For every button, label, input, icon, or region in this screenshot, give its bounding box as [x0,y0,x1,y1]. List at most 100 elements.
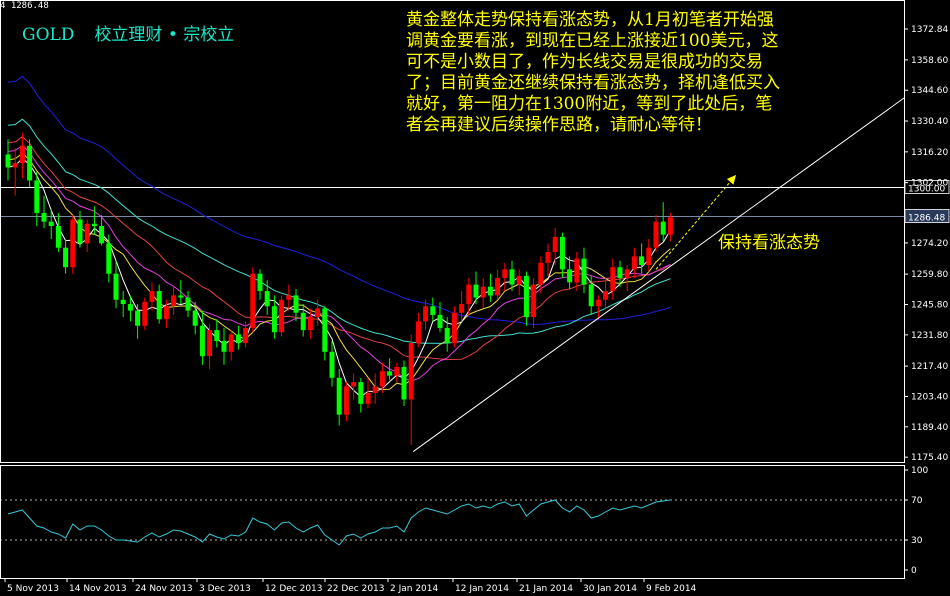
candle-body [603,291,609,300]
candle-body [631,256,637,270]
symbol-label: GOLD [22,25,75,45]
candle-body [379,371,385,387]
candle [149,282,155,311]
candle-body [156,291,162,320]
candle [27,139,33,187]
candle [178,280,184,305]
candle-body [264,291,270,307]
candle-body [307,317,313,331]
candle [250,267,256,333]
candle [487,273,493,302]
y-tick-label: 1330.40 [911,117,948,127]
candle-body [595,299,601,307]
candle [660,202,666,242]
candle [365,377,371,409]
indicator-pane [0,499,904,546]
candle-body [235,334,241,344]
y-tick-label: 1203.40 [911,392,948,402]
candle-body [271,306,277,333]
candle-body [70,219,76,268]
candle [516,269,522,296]
candle-body [423,306,429,322]
candle-body [214,330,220,341]
candle [135,304,141,339]
x-tick-label: 12 Jan 2014 [455,584,509,594]
candle-body [552,236,558,253]
indicator-y-tick-label: 0 [911,566,917,576]
candle-body [127,304,133,311]
candle [387,358,393,380]
candle-body [408,343,414,400]
candle [603,278,609,309]
candle-body [77,219,83,244]
candle [502,262,508,292]
candle-body [63,247,69,268]
candle-body [415,321,421,344]
candle-body [48,221,54,226]
candle [351,373,357,400]
candle [142,297,148,331]
chart-title: GOLD 校立理财 • 宗校立 [22,20,234,45]
candle-body [293,295,299,313]
candle [567,256,573,289]
candle [235,325,241,350]
candle-body [660,221,666,235]
y-tick-label: 1372.84 [911,25,948,35]
candle-body [351,382,357,387]
x-tick-label: 14 Nov 2013 [69,584,127,594]
candle-body [142,301,148,326]
candle-body [365,392,371,404]
candle-body [372,386,378,393]
candle-body [199,325,205,357]
x-tick-label: 22 Dec 2013 [327,584,385,594]
candle [70,215,76,274]
candle [531,278,537,328]
x-tick-label: 24 Nov 2013 [135,584,193,594]
candle [495,269,501,300]
candle-body [120,299,126,305]
candle-body [135,310,141,326]
candle-body [523,275,529,318]
candle [257,269,263,300]
candle [5,139,11,181]
candle-body [574,258,580,283]
candle [12,147,18,196]
candle-body [358,382,364,404]
candle [322,306,328,361]
candle-body [106,243,112,274]
candle-body [99,225,105,244]
candle [156,284,162,324]
candle [415,312,421,348]
price-level-tag: 1286.48 [908,214,945,224]
candle-body [55,225,61,248]
candle [293,288,299,322]
candle-body [322,308,328,352]
candle-body [538,262,544,285]
candle-body [243,327,249,344]
candle-body [437,314,443,328]
candle-body [178,295,184,298]
candle-body [113,273,119,300]
candle-body [12,163,18,168]
y-tick-label: 1189.40 [911,423,948,433]
y-tick-label: 1175.40 [911,453,948,463]
candle-body [495,278,501,296]
candle [19,132,25,179]
candle [372,373,378,404]
candle-body [466,284,472,305]
candle-body [639,256,645,266]
uptrend-line [412,97,905,452]
candle [343,382,349,422]
projection-arrow-head [726,175,736,185]
candle [171,286,177,315]
candle-body [502,269,508,279]
candle [113,260,119,309]
candle-body [343,386,349,415]
candle [653,215,659,253]
candle-body [480,286,486,298]
candle [480,278,486,309]
candle-body [394,366,400,376]
candle [279,295,285,337]
candle [430,297,436,322]
candle [358,377,364,413]
